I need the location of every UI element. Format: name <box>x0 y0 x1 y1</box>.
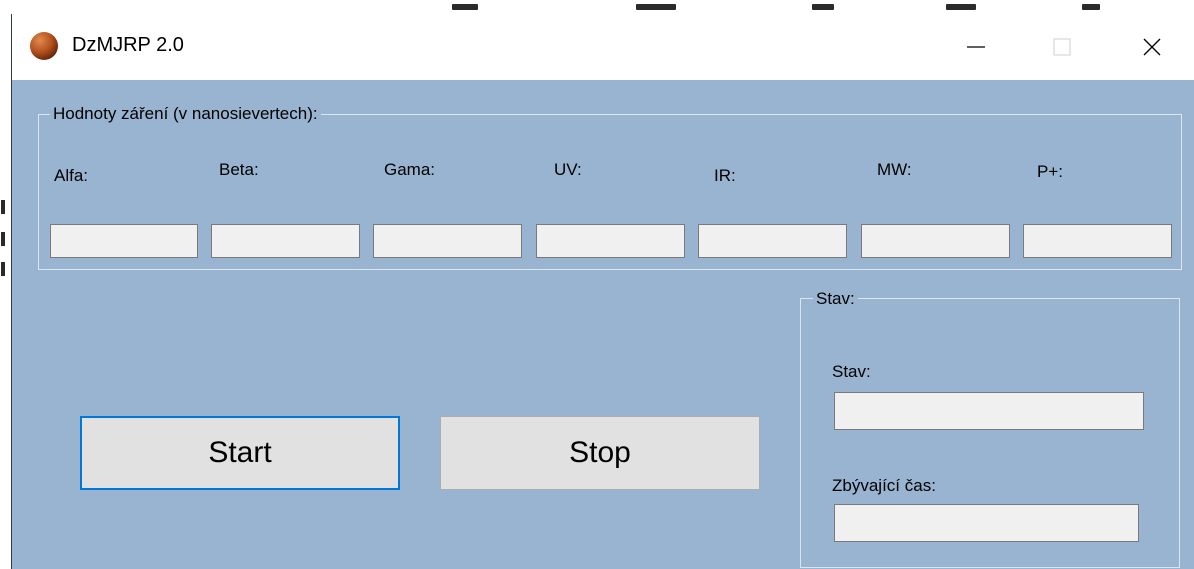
label-alfa: Alfa: <box>54 166 89 185</box>
minimize-button[interactable] <box>936 14 1016 80</box>
start-button[interactable]: Start <box>80 416 400 490</box>
app-window: DzMJRP 2.0 Hodnoty záření (v nanosievert… <box>12 14 1194 569</box>
maximize-button[interactable] <box>1022 14 1102 80</box>
beta-field[interactable] <box>211 224 360 258</box>
radiation-group-legend: Hodnoty záření (v nanosievertech): <box>50 104 321 124</box>
remaining-time-label: Zbývající čas: <box>832 476 936 495</box>
title-bar[interactable]: DzMJRP 2.0 <box>12 14 1194 80</box>
background-fragment <box>1082 4 1100 10</box>
background-strip <box>0 0 1194 14</box>
alfa-field[interactable] <box>50 224 198 258</box>
background-fragment <box>1 200 5 214</box>
close-icon <box>1143 38 1161 56</box>
client-area: Hodnoty záření (v nanosievertech): Alfa:… <box>12 80 1194 569</box>
status-field[interactable] <box>834 392 1144 430</box>
uv-field[interactable] <box>536 224 685 258</box>
ir-field[interactable] <box>698 224 847 258</box>
minimize-icon <box>967 46 985 48</box>
window-title: DzMJRP 2.0 <box>72 34 184 56</box>
app-planet-icon <box>30 32 58 60</box>
stop-button[interactable]: Stop <box>440 416 760 490</box>
background-fragment <box>812 4 834 10</box>
label-uv: UV: <box>554 160 582 179</box>
label-mw: MW: <box>877 160 912 179</box>
close-button[interactable] <box>1112 14 1192 80</box>
background-fragment <box>452 4 478 10</box>
pplus-field[interactable] <box>1023 224 1172 258</box>
background-fragment <box>636 4 676 10</box>
background-fragment <box>946 4 976 10</box>
maximize-icon <box>1053 38 1071 56</box>
remaining-time-field[interactable] <box>834 504 1139 542</box>
label-beta: Beta: <box>219 160 259 179</box>
background-fragment <box>1 262 5 276</box>
label-gama: Gama: <box>384 160 436 179</box>
gama-field[interactable] <box>373 224 522 258</box>
mw-field[interactable] <box>861 224 1010 258</box>
status-label: Stav: <box>832 362 871 381</box>
background-edge <box>0 0 12 569</box>
status-group-legend: Stav: <box>813 289 858 309</box>
background-fragment <box>1 232 5 246</box>
label-ir: IR: <box>714 166 736 185</box>
label-pplus: P+: <box>1037 162 1063 181</box>
